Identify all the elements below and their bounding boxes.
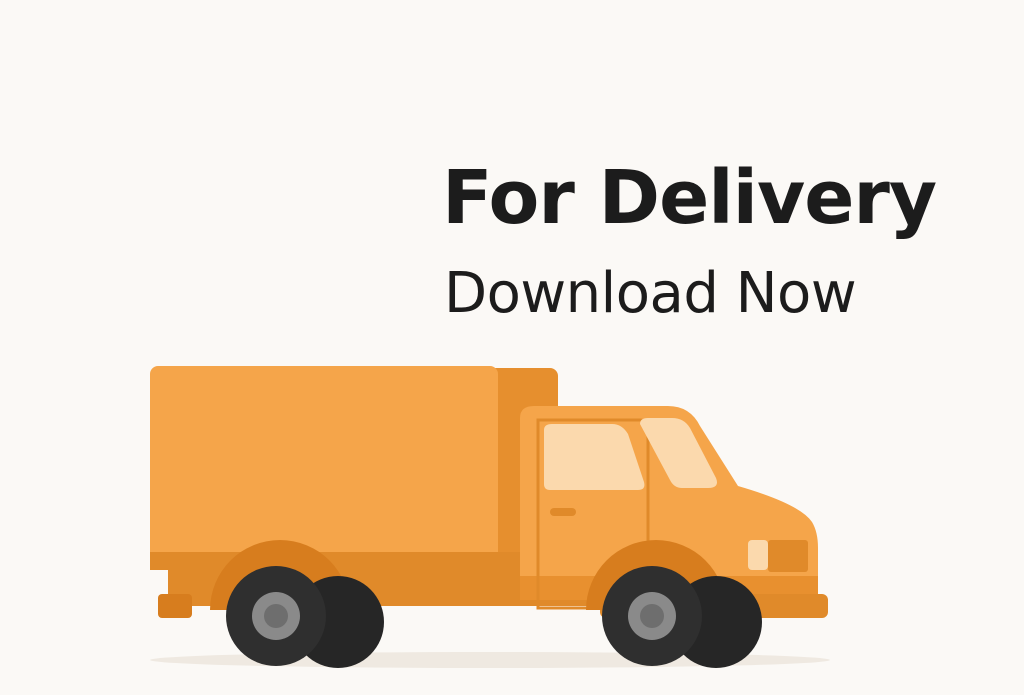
headlight	[748, 540, 768, 570]
front-grille	[768, 540, 808, 572]
rear-bumper	[158, 594, 192, 618]
cargo-stripe	[150, 552, 558, 570]
cargo-box	[150, 366, 498, 570]
delivery-truck-icon	[150, 366, 830, 668]
door-handle	[550, 508, 576, 516]
